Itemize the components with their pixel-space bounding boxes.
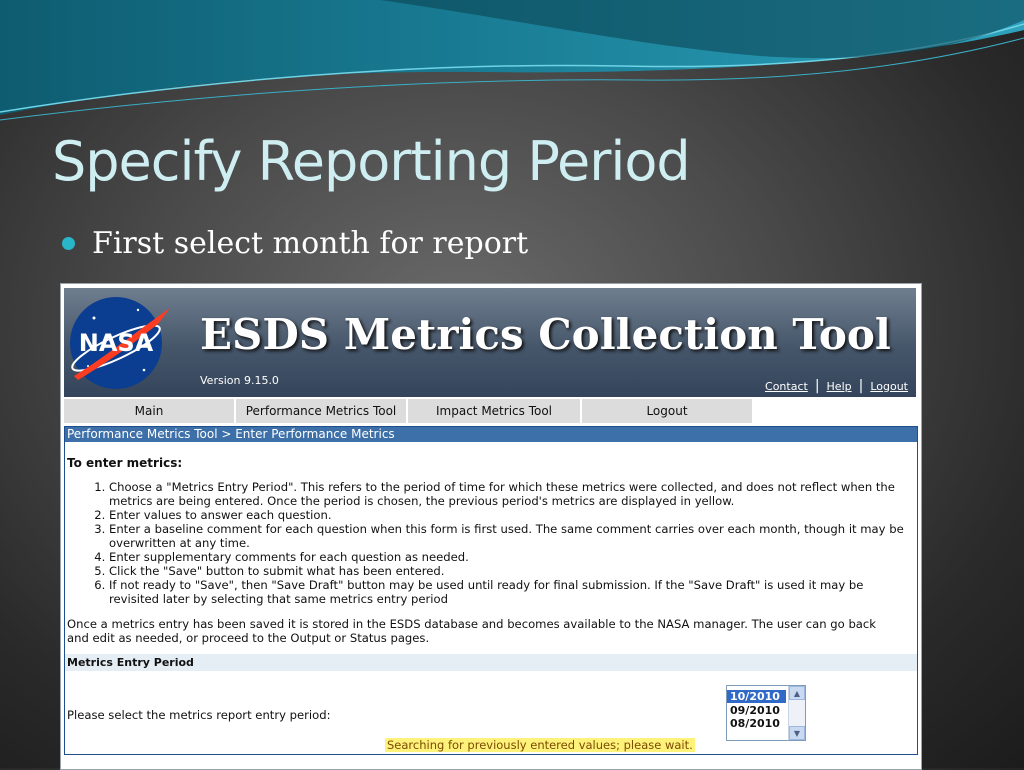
instruction-step: Choose a "Metrics Entry Period". This re… (109, 480, 909, 508)
instructions-note: Once a metrics entry has been saved it i… (67, 617, 876, 645)
help-link[interactable]: Help (827, 380, 852, 393)
nav-logout[interactable]: Logout (582, 399, 754, 423)
breadcrumb: Performance Metrics Tool > Enter Perform… (65, 426, 917, 442)
top-links: Contact | Help | Logout (765, 378, 908, 394)
instruction-step: Click the "Save" button to submit what h… (109, 564, 909, 578)
nav-impact-metrics-tool[interactable]: Impact Metrics Tool (408, 399, 582, 423)
instruction-step: Enter supplementary comments for each qu… (109, 550, 909, 564)
period-listbox[interactable]: 10/2010 09/2010 08/2010 ▲ ▼ (726, 685, 806, 741)
app-banner: NASA ESDS Metrics Collection Tool Versio… (64, 288, 916, 397)
instruction-steps: Choose a "Metrics Entry Period". This re… (65, 480, 909, 606)
bullet-dot-icon (62, 237, 75, 250)
period-select-label: Please select the metrics report entry p… (67, 708, 331, 722)
scroll-down-icon[interactable]: ▼ (789, 726, 805, 740)
metrics-content: Performance Metrics Tool > Enter Perform… (64, 426, 918, 755)
bullet-text: First select month for report (92, 226, 529, 261)
link-separator: | (858, 378, 864, 394)
decorative-wave-header (0, 0, 1024, 121)
link-separator: | (814, 378, 820, 394)
instruction-step: Enter a baseline comment for each questi… (109, 522, 909, 550)
instructions-heading: To enter metrics: (67, 456, 183, 470)
scroll-up-icon[interactable]: ▲ (789, 686, 805, 700)
listbox-scrollbar[interactable]: ▲ ▼ (788, 686, 805, 740)
status-message: Searching for previously entered values;… (385, 738, 695, 752)
version-label: Version 9.15.0 (200, 374, 279, 387)
period-option-selected[interactable]: 10/2010 (727, 690, 786, 703)
logo-text: NASA (79, 329, 154, 357)
slide-bullet: First select month for report (62, 226, 528, 261)
contact-link[interactable]: Contact (765, 380, 808, 393)
embedded-screenshot: NASA ESDS Metrics Collection Tool Versio… (60, 283, 922, 770)
nasa-logo-icon: NASA (70, 297, 170, 389)
app-title: ESDS Metrics Collection Tool (200, 310, 891, 359)
nav-performance-metrics-tool[interactable]: Performance Metrics Tool (236, 399, 408, 423)
nav-main[interactable]: Main (64, 399, 236, 423)
logout-link[interactable]: Logout (870, 380, 908, 393)
section-heading-entry-period: Metrics Entry Period (65, 654, 917, 671)
instruction-step: If not ready to "Save", then "Save Draft… (109, 578, 909, 606)
instruction-step: Enter values to answer each question. (109, 508, 909, 522)
slide-title: Specify Reporting Period (52, 130, 691, 193)
main-nav: Main Performance Metrics Tool Impact Met… (64, 399, 916, 423)
